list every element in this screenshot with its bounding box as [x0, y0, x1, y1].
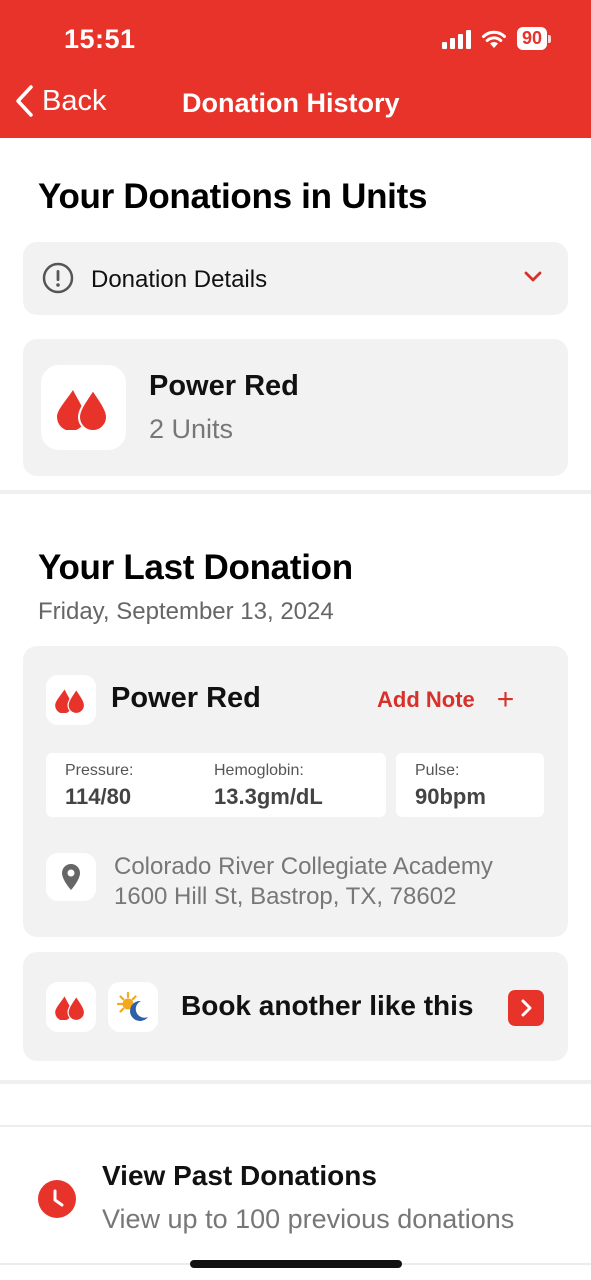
clock-icon [38, 1180, 76, 1218]
stat-label: Pressure: [65, 762, 134, 779]
past-donations-subtitle: View up to 100 previous donations [102, 1204, 515, 1234]
chevron-left-icon [16, 85, 33, 117]
status-bar: 15:51 90 [0, 0, 591, 80]
stat-pressure: Pressure: 114/80 [46, 753, 209, 817]
cellular-signal-icon [441, 29, 471, 49]
blood-drops-icon [41, 365, 126, 450]
section-divider [0, 490, 591, 494]
view-past-donations-button[interactable]: View Past Donations View up to 100 previ… [0, 1125, 591, 1265]
last-donation-heading: Your Last Donation [38, 548, 353, 587]
wifi-icon [481, 30, 506, 48]
add-note-button[interactable]: Add Note + [377, 683, 515, 716]
section-divider [0, 1080, 591, 1084]
battery-level: 90 [516, 27, 547, 50]
stat-value: 114/80 [65, 784, 132, 809]
last-donation-date: Friday, September 13, 2024 [38, 598, 334, 625]
last-donation-card: Power Red Add Note + Pressure: 114/80 He… [23, 646, 568, 937]
location-text: Colorado River Collegiate Academy 1600 H… [114, 852, 493, 912]
stat-value: 13.3gm/dL [214, 784, 323, 809]
units-heading: Your Donations in Units [38, 177, 428, 216]
book-another-button[interactable]: Book another like this [23, 952, 568, 1061]
location-pin-icon [46, 853, 96, 901]
add-note-label: Add Note [377, 687, 475, 712]
location-name: Colorado River Collegiate Academy [114, 853, 493, 880]
sun-moon-icon [108, 982, 158, 1032]
app-header: 15:51 90 Back Donation History [0, 0, 591, 138]
stat-pulse: Pulse: 90bpm [396, 753, 544, 817]
page-title: Donation History [182, 88, 400, 118]
stat-hemoglobin: Hemoglobin: 13.3gm/dL [195, 753, 386, 817]
stat-label: Hemoglobin: [214, 762, 304, 779]
stat-value: 90bpm [415, 784, 486, 809]
chevron-right-icon [508, 990, 544, 1026]
battery-icon: 90 [516, 27, 551, 50]
stat-label: Pulse: [415, 762, 460, 779]
location-address: 1600 Hill St, Bastrop, TX, 78602 [114, 883, 457, 910]
last-donation-type: Power Red [111, 682, 261, 714]
info-icon [42, 262, 74, 294]
donation-details-dropdown[interactable]: Donation Details [23, 242, 568, 315]
nav-bar: Back Donation History [0, 80, 591, 130]
units-card: Power Red 2 Units [23, 339, 568, 476]
units-donation-type: Power Red [149, 370, 299, 402]
donation-details-label: Donation Details [91, 266, 268, 293]
blood-drops-icon [46, 982, 96, 1032]
past-donations-title: View Past Donations [102, 1160, 377, 1191]
plus-icon: + [496, 683, 515, 716]
status-icons: 90 [441, 27, 551, 50]
status-time: 15:51 [64, 24, 136, 54]
back-button[interactable]: Back [14, 84, 106, 118]
chevron-down-icon [524, 271, 542, 282]
book-another-label: Book another like this [181, 990, 474, 1021]
back-label: Back [42, 84, 107, 117]
home-indicator[interactable] [190, 1260, 402, 1268]
blood-drops-icon [46, 675, 96, 725]
units-count: 2 Units [149, 414, 234, 444]
